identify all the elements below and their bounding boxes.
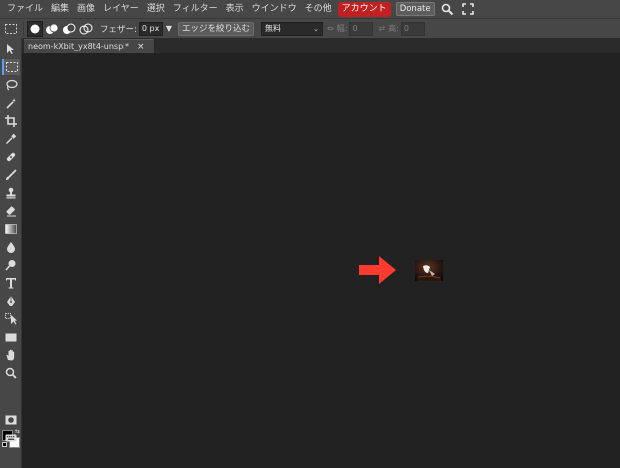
brush-tool-icon[interactable] — [2, 167, 20, 183]
selection-subtract-icon[interactable] — [61, 21, 77, 37]
menu-edit[interactable]: 編集 — [47, 0, 73, 18]
search-icon[interactable] — [441, 2, 455, 16]
swap-dimensions-icon[interactable]: ⇄ — [378, 24, 385, 33]
shape-tool-icon[interactable] — [2, 329, 20, 345]
clone-stamp-icon[interactable] — [2, 185, 20, 201]
keyboard-icon[interactable] — [2, 430, 20, 446]
width-input[interactable]: 0 — [349, 21, 374, 36]
document-tab-label: neom-kXbit_yx8t4-unsplash — [28, 42, 124, 51]
crop-tool-icon[interactable] — [2, 113, 20, 129]
menu-window[interactable]: ウインドウ — [248, 0, 301, 18]
height-label: 高: — [388, 24, 399, 33]
menu-view[interactable]: 表示 — [222, 0, 248, 18]
marquee-tool-options-icon — [3, 21, 19, 37]
tool-options-bar: フェザー: 0 px ▼ エッジを絞り込む 無料 ⌄ ⇔ 幅: 0 ⇄ 高: 0 — [0, 18, 620, 38]
hand-tool-icon[interactable] — [2, 347, 20, 363]
chevron-down-icon: ⌄ — [313, 24, 320, 33]
lasso-tool-icon[interactable] — [2, 77, 20, 93]
dodge-tool-icon[interactable] — [2, 257, 20, 273]
feather-dropdown-icon[interactable]: ▼ — [166, 24, 172, 33]
pen-tool-icon[interactable] — [2, 293, 20, 309]
selection-add-icon[interactable] — [44, 21, 60, 37]
refine-edge-button[interactable]: エッジを絞り込む — [178, 21, 255, 36]
fullscreen-icon[interactable] — [461, 2, 475, 16]
quick-mask-icon[interactable] — [2, 412, 20, 428]
selection-style-select[interactable]: 無料 ⌄ — [261, 21, 324, 36]
canvas-workspace[interactable] — [23, 53, 620, 468]
width-label: 幅: — [336, 24, 348, 33]
blur-tool-icon[interactable] — [2, 239, 20, 255]
type-tool-icon[interactable] — [2, 275, 20, 291]
document-tab[interactable]: neom-kXbit_yx8t4-unsplash * × — [24, 39, 154, 53]
menubar: ファイル 編集 画像 レイヤー 選択 フィルター 表示 ウインドウ その他 アカ… — [0, 0, 620, 18]
menu-filter[interactable]: フィルター — [169, 0, 222, 18]
move-tool-icon[interactable] — [2, 41, 20, 57]
menu-select[interactable]: 選択 — [143, 0, 169, 18]
magic-wand-icon[interactable] — [2, 95, 20, 111]
document-tab-bar: neom-kXbit_yx8t4-unsplash * × — [22, 38, 620, 53]
eyedropper-icon[interactable] — [2, 131, 20, 147]
donate-button[interactable]: Donate — [395, 2, 435, 16]
menu-file[interactable]: ファイル — [3, 0, 47, 18]
feather-input[interactable]: 0 px — [138, 21, 163, 36]
close-icon[interactable]: × — [137, 42, 145, 52]
marquee-tool-icon[interactable] — [2, 59, 20, 75]
selection-new-icon[interactable] — [27, 20, 43, 37]
height-input[interactable]: 0 — [400, 21, 425, 36]
width-lock-icon: ⇔ — [327, 24, 334, 33]
zoom-tool-icon[interactable] — [2, 365, 20, 381]
photo-editor-app: ファイル 編集 画像 レイヤー 選択 フィルター 表示 ウインドウ その他 アカ… — [0, 0, 620, 468]
menu-layer[interactable]: レイヤー — [99, 0, 143, 18]
options-separator — [23, 21, 24, 36]
style-select-value: 無料 — [265, 23, 282, 33]
image-thumbnail[interactable] — [415, 260, 443, 281]
menu-image[interactable]: 画像 — [73, 0, 99, 18]
eraser-icon[interactable] — [2, 203, 20, 219]
healing-brush-icon[interactable] — [2, 149, 20, 165]
arrow-right-icon — [359, 256, 396, 284]
tools-panel: ⇆ — [0, 38, 22, 468]
menu-more[interactable]: その他 — [301, 0, 336, 18]
document-modified-mark: * — [125, 42, 129, 51]
selection-intersect-icon[interactable] — [78, 21, 94, 37]
path-select-icon[interactable] — [2, 311, 20, 327]
account-button[interactable]: アカウント — [337, 1, 391, 17]
gradient-tool-icon[interactable] — [2, 221, 20, 237]
feather-label: フェザー: — [100, 24, 137, 35]
